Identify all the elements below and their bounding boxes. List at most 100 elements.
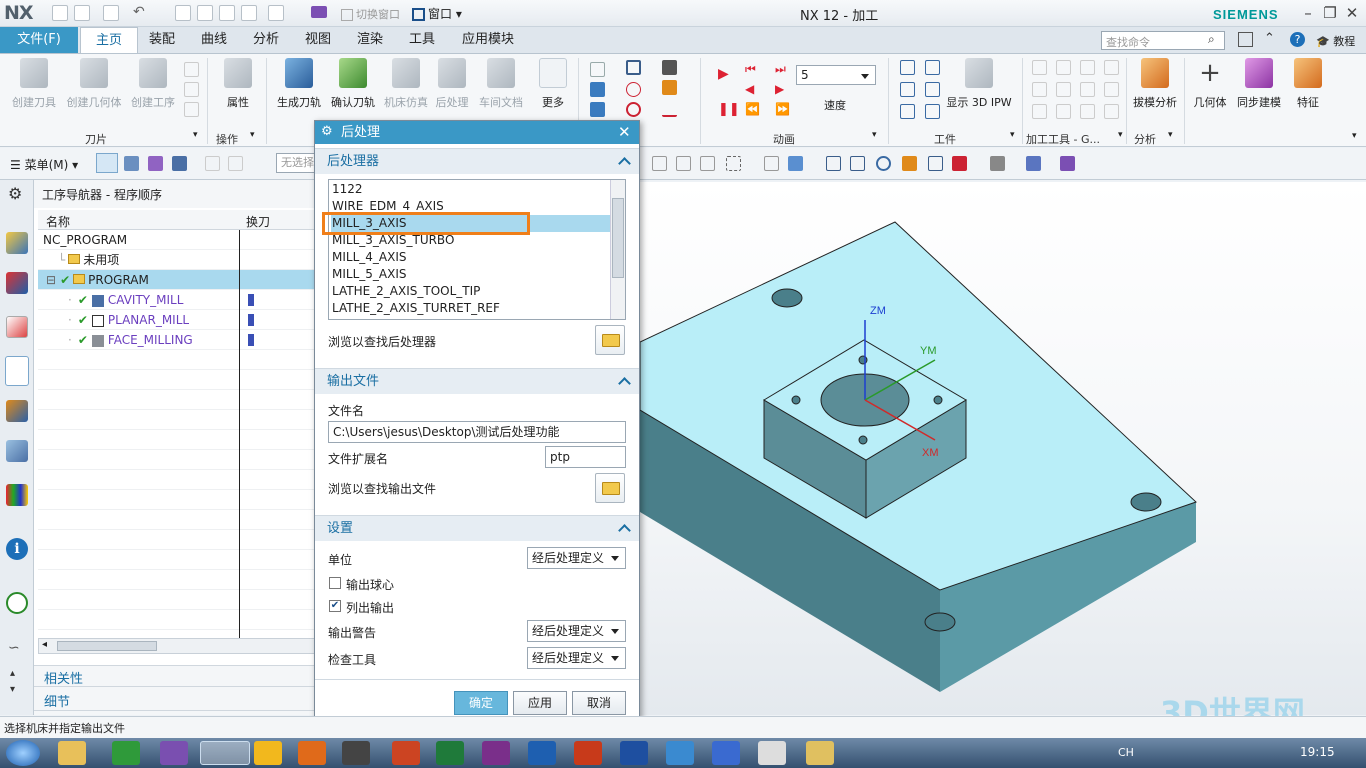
tab-render[interactable]: 渲染 <box>348 27 392 53</box>
perspective-icon[interactable] <box>928 156 943 171</box>
method-view-icon[interactable] <box>172 156 187 171</box>
workpiece-group-dropdown-icon[interactable]: ▾ <box>1010 130 1015 140</box>
main-menu-button[interactable]: ☰ 菜单(M) ▾ <box>10 156 78 173</box>
machining-tool-icon-2[interactable] <box>1056 60 1071 75</box>
small-op-icon-1[interactable] <box>590 62 605 77</box>
detail-panel-header[interactable]: 细节 <box>34 689 315 711</box>
small-op-icon-2[interactable] <box>590 82 605 97</box>
small-op-icon-9[interactable] <box>662 102 677 117</box>
shaded-view-icon[interactable] <box>1026 156 1041 171</box>
more-button[interactable]: 更多 <box>534 58 572 110</box>
tree-row[interactable]: ⊟ ✔ PROGRAM <box>38 270 315 290</box>
machining-tool-icon-10[interactable] <box>1056 104 1071 119</box>
pause-icon[interactable]: ❚❚ <box>718 102 740 117</box>
onenote-taskbar-icon[interactable] <box>482 741 510 765</box>
feature-button[interactable]: 特征 <box>1288 58 1328 110</box>
animate-group-dropdown-icon[interactable]: ▾ <box>872 130 877 140</box>
nx-taskbar-icon[interactable] <box>200 741 250 765</box>
tree-row[interactable]: · ✔ CAVITY_MILL <box>38 290 315 310</box>
toolbar-icon-a[interactable] <box>205 156 220 171</box>
fit-view-icon[interactable] <box>826 156 841 171</box>
small-op-icon-8[interactable] <box>662 80 677 95</box>
brush-icon[interactable] <box>311 6 327 18</box>
machine-navigator-icon[interactable] <box>6 400 28 422</box>
show-3d-ipw-button[interactable]: 显示 3D IPW <box>946 58 1012 110</box>
ok-button[interactable]: 确定 <box>454 691 508 715</box>
list-scrollbar[interactable] <box>610 180 625 319</box>
minimize-button[interactable]: – <box>1296 4 1320 22</box>
toolbar-icon-b[interactable] <box>228 156 243 171</box>
tab-view[interactable]: 视图 <box>296 27 340 53</box>
zoom-icon[interactable] <box>850 156 865 171</box>
postprocessor-item[interactable]: 1122 <box>331 181 611 198</box>
workpiece-icon-4[interactable] <box>925 82 940 97</box>
workpiece-icon-3[interactable] <box>900 82 915 97</box>
create-tool-button[interactable]: 创建刀具 <box>8 58 60 110</box>
save-icon[interactable] <box>103 5 119 21</box>
generate-toolpath-button[interactable]: 生成刀轨 <box>274 58 324 110</box>
strip-scroll-up-icon[interactable]: ▴ <box>10 668 15 679</box>
machining-tool-icon-1[interactable] <box>1032 60 1047 75</box>
file-name-input[interactable]: C:\Users\jesus\Desktop\测试后处理功能 <box>328 421 626 443</box>
app-taskbar-icon[interactable] <box>160 741 188 765</box>
file-menu-tab[interactable]: 文件(F) <box>0 27 78 53</box>
chrome-taskbar-icon[interactable] <box>254 741 282 765</box>
history-icon[interactable]: ∽ <box>8 640 20 656</box>
settings-section-header[interactable]: 设置 <box>315 515 639 541</box>
new-file-icon[interactable] <box>52 5 68 21</box>
sync-modeling-button[interactable]: 同步建模 <box>1234 58 1284 110</box>
machining-tool-icon-6[interactable] <box>1056 82 1071 97</box>
postprocessor-item[interactable]: MILL_5_AXIS <box>331 266 611 283</box>
small-op-icon-6[interactable] <box>626 102 641 117</box>
browse-output-button[interactable] <box>595 473 625 503</box>
paste-icon[interactable] <box>219 5 235 21</box>
role-library-icon[interactable] <box>6 484 28 506</box>
machine-tool-view-icon[interactable] <box>124 156 139 171</box>
cloud-taskbar-icon[interactable] <box>666 741 694 765</box>
switch-window-button[interactable]: 切换窗口 <box>341 6 400 22</box>
relevance-panel-header[interactable]: 相关性 <box>34 665 315 687</box>
list-scrollbar-thumb[interactable] <box>612 198 624 278</box>
create-geometry-button[interactable]: 创建几何体 <box>62 58 126 110</box>
unit-dropdown[interactable]: 经后处理定义 <box>527 547 626 569</box>
tree-row[interactable]: NC_PROGRAM <box>38 230 315 250</box>
tab-curve[interactable]: 曲线 <box>192 27 236 53</box>
search-icon[interactable]: ⌕ <box>1208 32 1215 47</box>
output-file-section-header[interactable]: 输出文件 <box>315 368 639 394</box>
open-icon[interactable] <box>74 5 90 21</box>
pet-taskbar-icon[interactable] <box>758 741 786 765</box>
cut-icon[interactable] <box>175 5 191 21</box>
shop-docs-button[interactable]: 车间文档 <box>475 58 527 110</box>
machining-tool-icon-11[interactable] <box>1080 104 1095 119</box>
workpiece-icon-5[interactable] <box>900 104 915 119</box>
scrollbar-thumb[interactable] <box>57 641 157 651</box>
play-icon[interactable]: ▶ <box>718 66 729 82</box>
tutorial-link[interactable]: 🎓 教程 <box>1316 33 1355 49</box>
scroll-left-icon[interactable]: ◂ <box>42 639 47 650</box>
step-back-icon[interactable]: ⏮ <box>745 62 756 77</box>
postprocessor-section-header[interactable]: 后处理器 <box>315 148 639 174</box>
part-navigator-icon[interactable] <box>6 316 28 338</box>
analysis-group-dropdown-icon[interactable]: ▾ <box>1168 130 1173 140</box>
start-button[interactable] <box>6 740 40 766</box>
machining-tool-icon-5[interactable] <box>1032 82 1047 97</box>
workpiece-icon-1[interactable] <box>900 60 915 75</box>
collapse-chevron-icon[interactable] <box>618 524 631 537</box>
snap-icon-2[interactable] <box>676 156 691 171</box>
machining-tool-icon-7[interactable] <box>1080 82 1095 97</box>
to-end-icon[interactable]: ⏩ <box>775 102 790 116</box>
geometry-view-icon[interactable] <box>148 156 163 171</box>
speed-dropdown[interactable]: 5 <box>796 65 876 85</box>
pan-icon[interactable] <box>902 156 917 171</box>
to-start-icon[interactable]: ⏪ <box>745 102 760 116</box>
view-icon-1[interactable] <box>764 156 779 171</box>
forward-icon[interactable]: ▶ <box>775 82 784 96</box>
ribbon-expand-icon[interactable]: ▾ <box>1352 131 1357 141</box>
machining-tool-icon-8[interactable] <box>1104 82 1119 97</box>
word-taskbar-icon[interactable] <box>620 741 648 765</box>
language-indicator[interactable]: CH <box>1118 746 1134 759</box>
small-op-icon-3[interactable] <box>590 102 605 117</box>
web-browser-icon[interactable] <box>6 592 28 614</box>
postprocessor-item[interactable]: MILL_4_AXIS <box>331 249 611 266</box>
small-tool-icon-2[interactable] <box>184 82 199 97</box>
